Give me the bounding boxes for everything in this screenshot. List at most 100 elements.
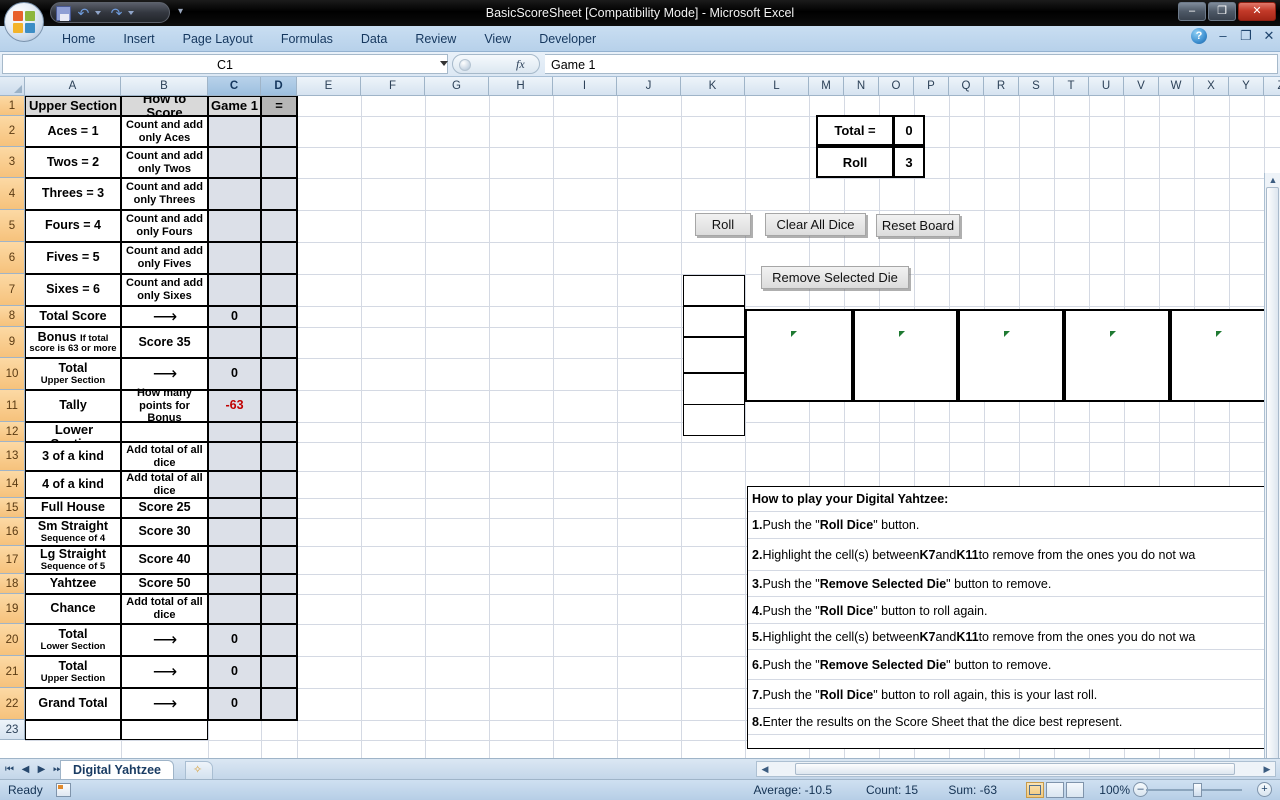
column-header-W[interactable]: W [1159, 77, 1194, 96]
undo-icon[interactable]: ↶ [76, 6, 91, 21]
row-header-15[interactable]: 15 [0, 498, 25, 518]
row-header-16[interactable]: 16 [0, 518, 25, 546]
row-header-12[interactable]: 12 [0, 422, 25, 442]
k-cell-8[interactable] [683, 306, 745, 337]
column-header-S[interactable]: S [1019, 77, 1054, 96]
die-cell-1[interactable] [745, 309, 853, 402]
die-cell-2[interactable] [853, 309, 958, 402]
cell-d1-equals[interactable]: = [261, 96, 297, 116]
horizontal-scroll-thumb[interactable] [795, 763, 1235, 775]
cell-a10-label[interactable]: Total Upper Section [25, 358, 121, 390]
column-header-C[interactable]: C [208, 77, 261, 96]
cell-a23[interactable] [25, 720, 121, 740]
row-header-9[interactable]: 9 [0, 327, 25, 358]
cell-b8-how-to-score[interactable]: ⟶ [121, 306, 208, 327]
cell-b16-how-to-score[interactable]: Score 30 [121, 518, 208, 546]
cell-b23[interactable] [121, 720, 208, 740]
cell-d16[interactable] [261, 518, 297, 546]
cell-a7-label[interactable]: Sixes = 6 [25, 274, 121, 306]
clear-all-dice-button[interactable]: Clear All Dice [765, 213, 866, 236]
cell-a22-label[interactable]: Grand Total [25, 688, 121, 720]
cell-d19[interactable] [261, 594, 297, 624]
row-header-23[interactable]: 23 [0, 720, 25, 740]
cell-b6-how-to-score[interactable]: Count and add only Fives [121, 242, 208, 274]
redo-dropdown-icon[interactable] [128, 11, 134, 15]
column-header-H[interactable]: H [489, 77, 553, 96]
die-cell-4[interactable] [1064, 309, 1170, 402]
row-header-2[interactable]: 2 [0, 116, 25, 147]
row-header-22[interactable]: 22 [0, 688, 25, 720]
cell-c15-score[interactable] [208, 498, 261, 518]
cell-c17-score[interactable] [208, 546, 261, 574]
cell-c3-score[interactable] [208, 147, 261, 178]
roll-button[interactable]: Roll [695, 213, 751, 236]
ribbon-close-button[interactable]: ✕ [1262, 28, 1276, 44]
row-header-14[interactable]: 14 [0, 471, 25, 498]
ribbon-tab-developer[interactable]: Developer [525, 26, 610, 52]
cell-b9-how-to-score[interactable]: Score 35 [121, 327, 208, 358]
cell-b14-how-to-score[interactable]: Add total of all dice [121, 471, 208, 498]
cell-c6-score[interactable] [208, 242, 261, 274]
cell-d22[interactable] [261, 688, 297, 720]
cell-b11-how-to-score[interactable]: How many points for Bonus [121, 387, 208, 424]
cell-a1-upper-section[interactable]: Upper Section [25, 96, 121, 116]
ribbon-restore-button[interactable]: ❐ [1239, 28, 1253, 44]
row-header-18[interactable]: 18 [0, 574, 25, 594]
cell-b21-how-to-score[interactable]: ⟶ [121, 656, 208, 688]
k-cell-10[interactable] [683, 373, 745, 407]
cell-a16-label[interactable]: Sm Straight Sequence of 4 [25, 518, 121, 546]
cell-d6[interactable] [261, 242, 297, 274]
horizontal-scrollbar[interactable]: ◀ ▶ [756, 761, 1276, 777]
column-header-M[interactable]: M [809, 77, 844, 96]
row-header-11[interactable]: 11 [0, 390, 25, 422]
cell-a20-label[interactable]: Total Lower Section [25, 624, 121, 656]
remove-selected-die-button[interactable]: Remove Selected Die [761, 266, 909, 289]
cell-a13-label[interactable]: 3 of a kind [25, 442, 121, 471]
cell-d3[interactable] [261, 147, 297, 178]
cell-b1-how-to-score[interactable]: How to Score [121, 96, 208, 119]
column-header-B[interactable]: B [121, 77, 208, 96]
ribbon-tab-home[interactable]: Home [48, 26, 109, 52]
row-header-8[interactable]: 8 [0, 306, 25, 327]
instructions-step-6[interactable]: 6. Push the " Remove Selected Die " button… [748, 650, 1279, 680]
ribbon-minimize-button[interactable]: – [1216, 28, 1230, 44]
row-header-10[interactable]: 10 [0, 358, 25, 390]
cell-a21-label[interactable]: Total Upper Section [25, 656, 121, 688]
cell-b3-how-to-score[interactable]: Count and add only Twos [121, 147, 208, 178]
cell-c12-score[interactable] [208, 422, 261, 442]
cell-d4[interactable] [261, 178, 297, 210]
cell-b4-how-to-score[interactable]: Count and add only Threes [121, 178, 208, 210]
cell-a12-label[interactable]: Lower Section [25, 422, 121, 450]
cell-b10-how-to-score[interactable]: ⟶ [121, 358, 208, 390]
select-all-corner[interactable] [0, 77, 25, 96]
cell-c11-score[interactable]: -63 [208, 390, 261, 422]
undo-dropdown-icon[interactable] [95, 11, 101, 15]
scroll-right-icon[interactable]: ▶ [1261, 763, 1273, 775]
column-header-T[interactable]: T [1054, 77, 1089, 96]
reset-board-button[interactable]: Reset Board [876, 214, 960, 237]
column-header-N[interactable]: N [844, 77, 879, 96]
page-break-view-icon[interactable] [1066, 782, 1084, 798]
column-header-Q[interactable]: Q [949, 77, 984, 96]
cell-b17-how-to-score[interactable]: Score 40 [121, 546, 208, 574]
column-header-G[interactable]: G [425, 77, 489, 96]
cell-b20-how-to-score[interactable]: ⟶ [121, 624, 208, 656]
column-header-O[interactable]: O [879, 77, 914, 96]
vertical-scrollbar[interactable]: ▲ ▼ [1264, 173, 1280, 758]
cell-c21-score[interactable]: 0 [208, 656, 261, 688]
cell-d12[interactable] [261, 422, 297, 442]
row-header-7[interactable]: 7 [0, 274, 25, 306]
cell-a4-label[interactable]: Threes = 3 [25, 178, 121, 210]
cell-d17[interactable] [261, 546, 297, 574]
vertical-scroll-thumb[interactable] [1266, 187, 1279, 758]
cell-d7[interactable] [261, 274, 297, 306]
name-box[interactable]: C1 [2, 54, 448, 74]
column-header-D[interactable]: D [261, 77, 297, 96]
column-header-F[interactable]: F [361, 77, 425, 96]
prev-sheet-icon[interactable]: ◀ [20, 762, 31, 777]
scroll-up-icon[interactable]: ▲ [1265, 174, 1280, 187]
instructions-step-8[interactable]: 8. Enter the results on the Score Sheet … [748, 709, 1279, 735]
cell-b2-how-to-score[interactable]: Count and add only Aces [121, 116, 208, 147]
insert-worksheet-icon[interactable] [185, 761, 213, 780]
instructions-step-1[interactable]: 1. Push the " Roll Dice " button. [748, 512, 1279, 538]
